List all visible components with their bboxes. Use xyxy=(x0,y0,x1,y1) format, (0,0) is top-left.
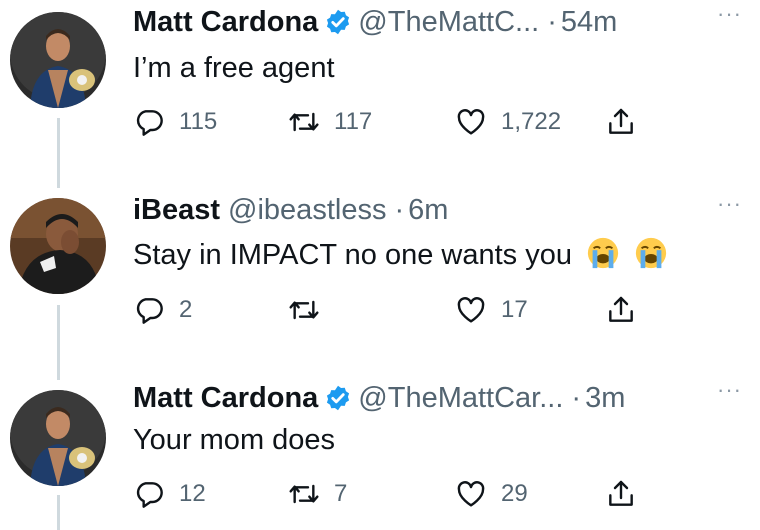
like-count: 1,722 xyxy=(501,108,562,135)
more-options-icon[interactable]: ··· xyxy=(717,379,742,401)
retweet-button[interactable]: 7 xyxy=(288,478,347,510)
reply-button[interactable]: 115 xyxy=(133,106,217,138)
handle[interactable]: @TheMattC... xyxy=(358,4,539,40)
thread-line xyxy=(57,118,60,188)
share-icon xyxy=(609,108,633,134)
retweet-icon xyxy=(289,112,319,132)
heart-icon xyxy=(457,297,485,323)
display-name[interactable]: Matt Cardona xyxy=(133,4,318,40)
heart-icon xyxy=(457,109,485,135)
separator-dot: · xyxy=(547,6,557,38)
handle[interactable]: @ibeastless xyxy=(228,192,386,228)
share-icon xyxy=(609,480,633,506)
avatar[interactable] xyxy=(10,390,106,486)
tweet-text: Your mom does xyxy=(133,424,336,456)
display-name[interactable]: iBeast xyxy=(133,192,220,228)
reply-button[interactable]: 2 xyxy=(133,294,192,326)
avatar[interactable] xyxy=(10,198,106,294)
reply-icon xyxy=(136,298,163,324)
separator-dot: · xyxy=(394,194,405,226)
tweet-header: Matt Cardona @TheMattC... · 54m xyxy=(133,4,740,40)
retweet-count: 7 xyxy=(334,480,348,507)
reply-count: 115 xyxy=(179,108,218,135)
reply-count: 2 xyxy=(179,296,193,323)
more-options-icon[interactable]: ··· xyxy=(717,3,742,25)
thread-line xyxy=(57,305,60,380)
verified-badge-icon xyxy=(327,9,350,35)
retweet-count: 117 xyxy=(334,108,373,135)
tweet-text: Stay in IMPACT no one wants you xyxy=(133,236,668,273)
more-options-icon[interactable]: ··· xyxy=(717,193,742,215)
like-count: 17 xyxy=(501,296,528,323)
like-button[interactable]: 29 xyxy=(455,478,528,510)
reply-icon xyxy=(136,110,163,136)
timestamp[interactable]: 3m xyxy=(585,380,625,416)
tweet-actions: 115 117 1,722 xyxy=(133,106,653,142)
display-name[interactable]: Matt Cardona xyxy=(133,380,318,416)
retweet-button[interactable]: 117 xyxy=(288,106,372,138)
share-icon xyxy=(609,296,633,322)
reply-count: 12 xyxy=(179,480,206,507)
retweet-icon xyxy=(289,484,319,504)
verified-badge-icon xyxy=(327,385,350,411)
reply-icon xyxy=(136,482,163,508)
like-button[interactable]: 17 xyxy=(455,294,528,326)
like-button[interactable]: 1,722 xyxy=(455,106,561,138)
timestamp[interactable]: 54m xyxy=(561,4,617,40)
share-button[interactable] xyxy=(605,478,637,510)
avatar[interactable] xyxy=(10,12,106,108)
like-count: 29 xyxy=(501,480,528,507)
tweet-actions: 2 17 xyxy=(133,294,653,330)
tweet-header: iBeast @ibeastless · 6m xyxy=(133,192,740,228)
loudly-crying-face-icon xyxy=(635,237,667,269)
tweet-text: I’m a free agent xyxy=(133,52,335,84)
separator-dot: · xyxy=(571,382,582,414)
tweet-actions: 12 7 29 xyxy=(133,478,653,514)
avatar-image xyxy=(10,12,106,108)
share-button[interactable] xyxy=(605,106,637,138)
heart-icon xyxy=(457,481,485,507)
retweet-icon xyxy=(289,300,319,320)
share-button[interactable] xyxy=(605,294,637,326)
loudly-crying-face-icon xyxy=(587,237,619,269)
retweet-button[interactable] xyxy=(288,294,334,326)
thread-line xyxy=(57,495,60,530)
reply-button[interactable]: 12 xyxy=(133,478,206,510)
timestamp[interactable]: 6m xyxy=(408,192,448,228)
avatar-image xyxy=(10,198,106,294)
avatar-image xyxy=(10,390,106,486)
handle[interactable]: @TheMattCar... xyxy=(358,380,563,416)
tweet-text-content: Stay in IMPACT no one wants you xyxy=(133,239,572,271)
tweet-header: Matt Cardona @TheMattCar... · 3m xyxy=(133,380,740,416)
